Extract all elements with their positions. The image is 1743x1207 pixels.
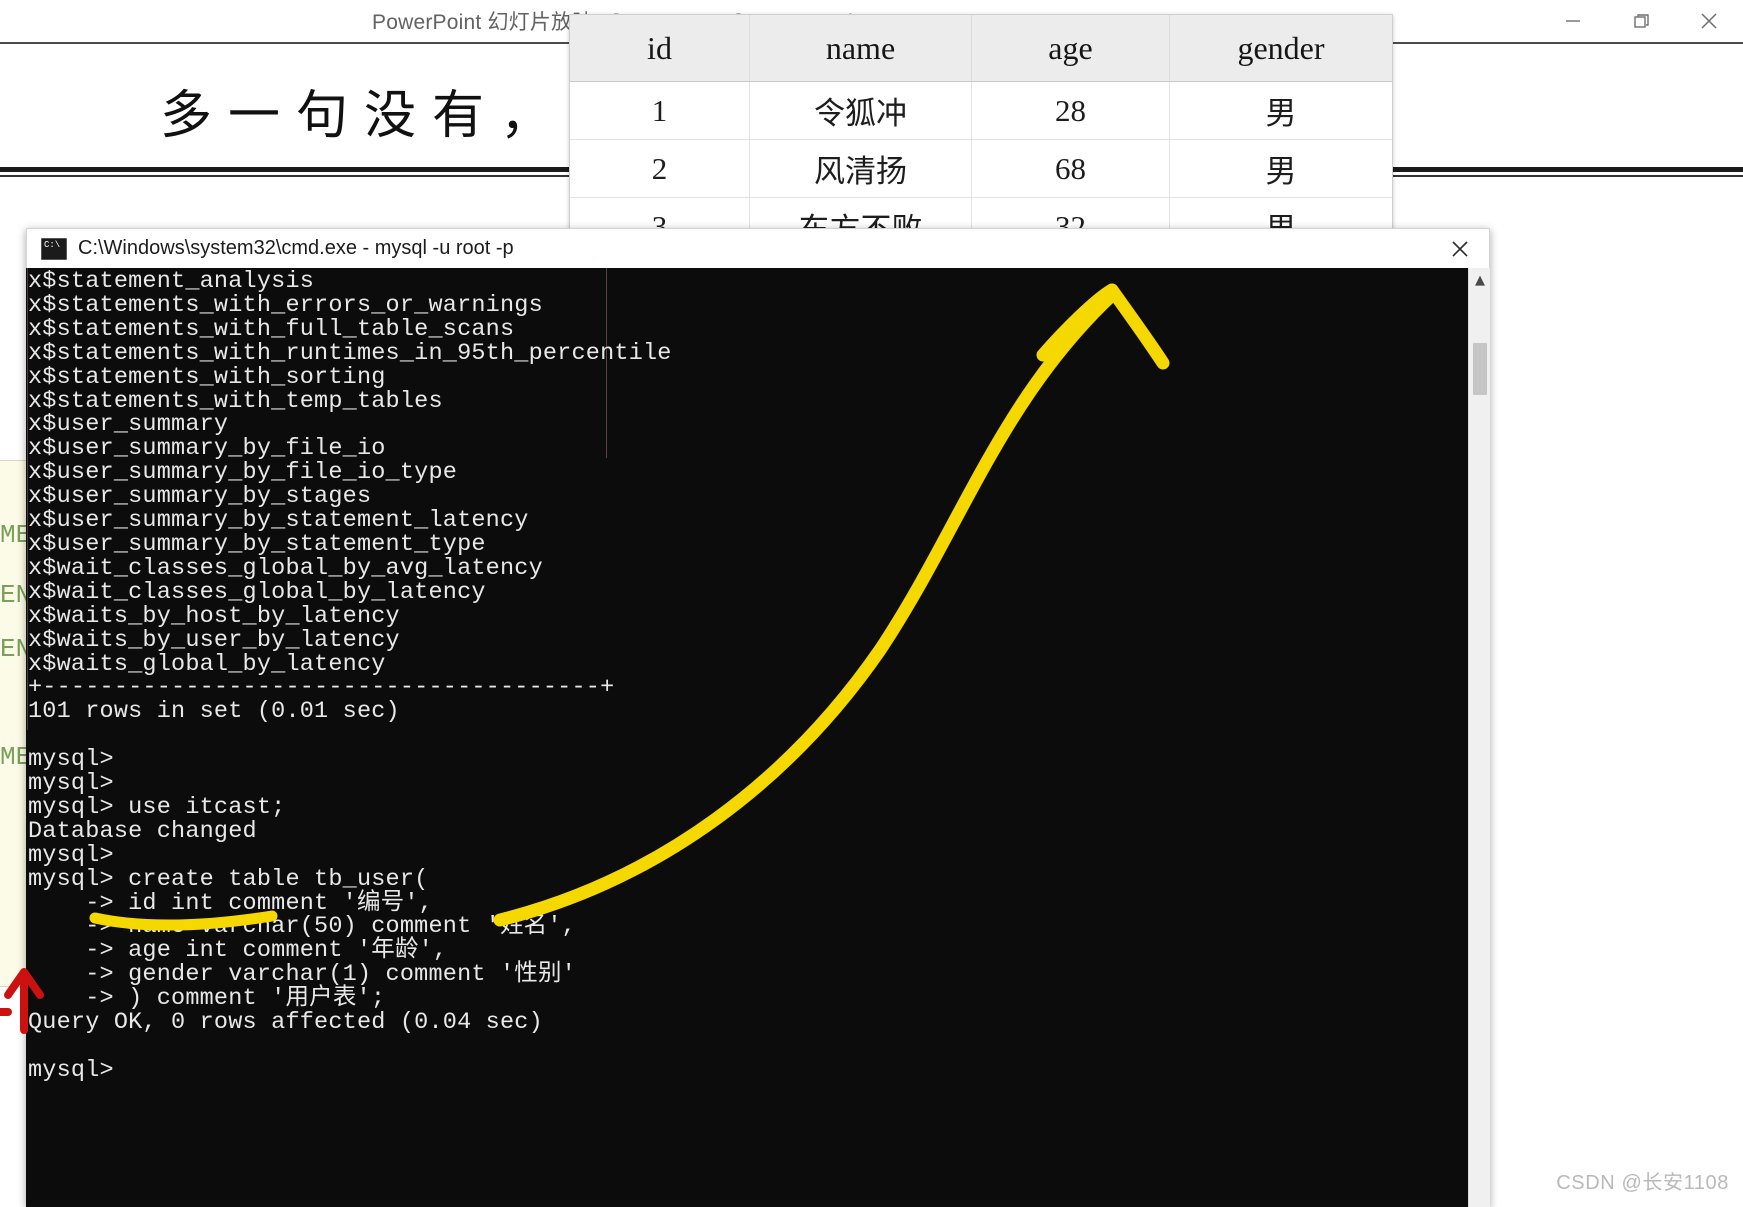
cell-age: 28	[972, 82, 1170, 139]
cell-id: 2	[570, 140, 750, 197]
cmd-title: C:\Windows\system32\cmd.exe - mysql -u r…	[78, 237, 514, 259]
slide-code-fragment: EN	[0, 580, 26, 610]
table-row: 2 风清扬 68 男	[570, 140, 1392, 198]
cmd-titlebar[interactable]: C:\Windows\system32\cmd.exe - mysql -u r…	[26, 228, 1490, 268]
table-row: 1 令狐冲 28 男	[570, 82, 1392, 140]
cell-name: 风清扬	[750, 140, 972, 197]
column-header-id: id	[570, 15, 750, 81]
cmd-close-button[interactable]	[1431, 229, 1489, 268]
watermark: CSDN @长安1108	[1556, 1172, 1729, 1194]
query-result-table: id name age gender 1 令狐冲 28 男 2 风清扬 68 男…	[569, 14, 1393, 256]
scrollbar-thumb[interactable]	[1473, 343, 1487, 395]
cell-age: 68	[972, 140, 1170, 197]
cmd-icon	[41, 237, 67, 260]
screen-root: PowerPoint 幻灯片放映 - [MySQL.pptx] - PowerP…	[0, 0, 1743, 1207]
slide-code-fragment: ME	[0, 742, 26, 772]
cell-name: 令狐冲	[750, 82, 972, 139]
cell-gender: 男	[1265, 96, 1297, 131]
table-header-row: id name age gender	[570, 15, 1392, 82]
restore-button[interactable]	[1607, 0, 1675, 42]
column-header-name: name	[750, 15, 972, 81]
close-button[interactable]	[1675, 0, 1743, 42]
terminal-output-text: x$statement_analysis x$statements_with_e…	[28, 268, 672, 1084]
slide-code-fragment: ME	[0, 520, 26, 550]
cell-id: 1	[570, 82, 750, 139]
cmd-output-area[interactable]: x$statement_analysis x$statements_with_e…	[26, 268, 1490, 1207]
cell-gender: 男	[1265, 154, 1297, 189]
minimize-button[interactable]	[1539, 0, 1607, 42]
column-header-gender: gender	[1237, 29, 1325, 66]
scroll-up-icon[interactable]: ▲	[1469, 268, 1491, 292]
terminal-scrollbar[interactable]: ▲	[1468, 268, 1490, 1207]
column-header-age: age	[972, 15, 1170, 81]
cmd-terminal-window: C:\Windows\system32\cmd.exe - mysql -u r…	[26, 228, 1490, 1207]
slide-code-fragment: EN	[0, 634, 26, 664]
window-controls	[1539, 0, 1743, 42]
